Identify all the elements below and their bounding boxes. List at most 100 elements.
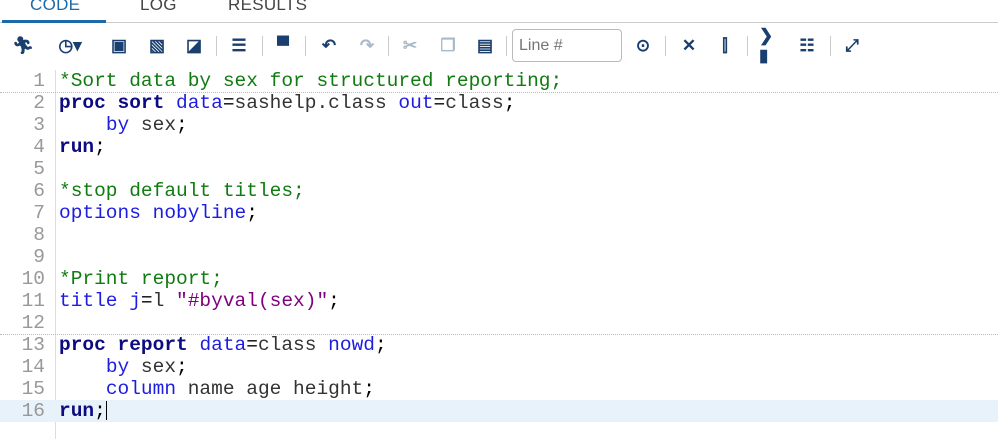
token-punct: ; [246,202,258,224]
token-opt: out [398,92,434,114]
divider [388,36,389,56]
save-as-icon[interactable]: ▧ [146,35,168,57]
token-opt: data [176,92,223,114]
code-line[interactable]: 3 by sex; [0,114,998,136]
copy-icon[interactable]: ❐ [437,35,459,57]
code-line[interactable]: 7 options nobyline; [0,202,998,224]
toolbar: 🏃︎ ◷▾ ▣ ▧ ◪ ☰ ▀ ↶ ↷ ✂ ❐ ▤ ⊙ ✕ ⫿ ❯▮ ☷ ⤢ [0,26,998,66]
submit-selected-icon[interactable]: ❯▮ [759,26,781,65]
code-line[interactable]: 13 proc report data=class nowd; [0,334,998,356]
divider [305,36,306,56]
token-punct: ; [94,400,106,422]
code-line[interactable]: 6 *stop default titles; [0,180,998,202]
token-plain: l [152,290,177,312]
code-line[interactable]: 15 column name age height; [0,378,998,400]
code-line[interactable]: 14 by sex; [0,356,998,378]
token-plain: name age height [176,378,364,400]
divider [262,36,263,56]
line-number: 16 [21,400,45,422]
code-line[interactable]: 2 proc sort data=sashelp.class out=class; [0,92,998,114]
token-comment: *Sort data by sex for structured reporti… [59,70,563,92]
redo-icon[interactable]: ↷ [356,35,378,57]
code-text: run; [59,136,106,158]
snippet-icon[interactable]: ☷ [796,35,818,57]
tab-log[interactable]: LOG [140,0,177,15]
line-number: 15 [21,378,45,400]
token-opt: column [105,378,177,400]
history-icon[interactable]: ◷▾ [52,35,88,57]
token-plain: class [445,92,504,114]
code-text: run; [59,400,107,422]
code-line[interactable]: 9 [0,246,998,268]
find-icon[interactable]: ⫿ [714,35,736,57]
token-opt: options [59,202,141,224]
code-text: title j=l "#byval(sex)"; [59,290,340,312]
run-icon[interactable]: 🏃︎ [12,35,34,57]
line-number: 7 [33,202,45,224]
code-line[interactable]: 1 *Sort data by sex for structured report… [0,70,998,93]
token-punct: ; [363,378,375,400]
token-plain: sex [129,356,177,378]
code-line[interactable]: 4 run; [0,136,998,158]
go-to-line-icon[interactable]: ⊙ [632,35,654,57]
code-line[interactable]: 8 [0,224,998,246]
line-number: 12 [21,312,45,334]
token-punct: ; [328,290,340,312]
token-opt: nowd [328,334,375,356]
token-str: "#byval(sex)" [176,290,329,312]
token-punct: ; [374,334,387,356]
token-punct: ; [94,136,106,158]
token-kw: proc report [59,334,188,356]
tab-code[interactable]: CODE [30,0,80,15]
line-number-input[interactable] [512,29,622,62]
active-tab-indicator [2,20,106,23]
format-code-icon[interactable]: ☰ [228,35,250,57]
code-editor[interactable]: 1 *Sort data by sex for structured report… [0,70,998,439]
code-line[interactable]: 12 [0,312,998,335]
token-punct: = [140,290,153,312]
line-number: 3 [33,114,45,136]
download-icon[interactable]: ◪ [183,35,205,57]
text-cursor [105,401,107,421]
clear-icon[interactable]: ✕ [678,35,700,57]
code-line[interactable]: 11 title j=l "#byval(sex)"; [0,290,998,312]
line-number: 8 [33,224,45,246]
code-line[interactable]: 16 run; [0,400,998,422]
line-number: 10 [21,268,45,290]
code-text: by sex; [59,114,188,136]
save-icon[interactable]: ▣ [108,35,130,57]
code-line[interactable]: 10 *Print report; [0,268,998,290]
token-comment: *Print report; [59,268,223,290]
line-number: 2 [33,92,45,114]
print-icon[interactable]: ▀ [272,35,294,57]
code-text: column name age height; [59,378,375,400]
token-plain: class [257,334,329,356]
line-number: 4 [33,136,45,158]
line-number: 9 [33,246,45,268]
code-line[interactable]: 5 [0,158,998,180]
tab-bar: CODE LOG RESULTS [0,0,998,23]
code-text: *stop default titles; [59,180,305,202]
token-opt: j [129,290,141,312]
token-comment: *stop default titles; [59,180,305,202]
divider [665,36,666,56]
token-punct: = [246,334,258,356]
tab-results[interactable]: RESULTS [228,0,307,15]
code-text: options nobyline; [59,202,258,224]
divider [747,36,748,56]
maximize-icon[interactable]: ⤢ [841,35,863,57]
paste-icon[interactable]: ▤ [474,35,496,57]
line-number: 14 [21,356,45,378]
cut-icon[interactable]: ✂ [399,35,421,57]
line-number: 13 [21,334,45,356]
code-text: proc report data=class nowd; [59,334,387,356]
line-number: 11 [21,290,45,312]
line-number: 1 [33,70,45,92]
undo-icon[interactable]: ↶ [318,35,340,57]
